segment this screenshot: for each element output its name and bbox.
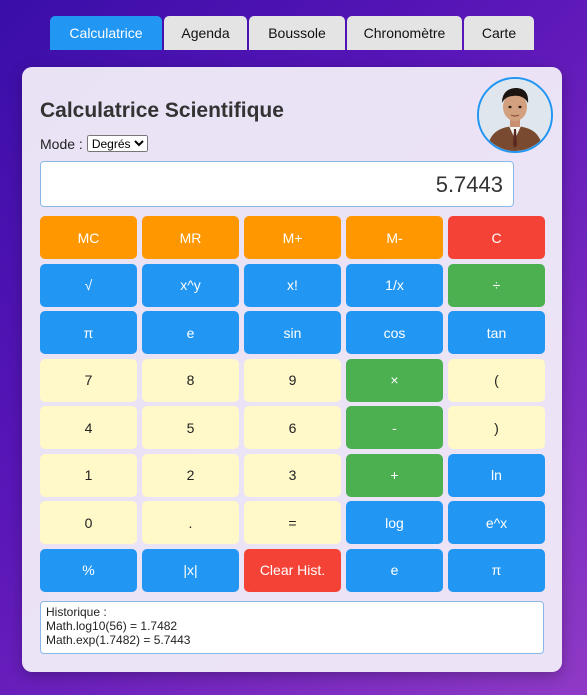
digit-9-button[interactable]: 9 [244,358,341,402]
mode-label: Mode : [40,135,83,152]
m-minus-button[interactable]: M- [346,216,443,259]
pi-button[interactable]: π [40,311,137,354]
close-paren-button[interactable]: ) [448,406,545,449]
keypad: MC MR M+ M- C √ x^y x! 1/x ÷ π e sin cos… [40,216,545,592]
profile-photo [479,79,551,151]
digit-3-button[interactable]: 3 [244,453,341,497]
tab-calculatrice[interactable]: Calculatrice [50,16,162,50]
e-button[interactable]: e [142,311,239,354]
m-plus-button[interactable]: M+ [244,216,341,259]
ln-button[interactable]: ln [448,453,545,497]
digit-4-button[interactable]: 4 [40,406,137,449]
log-button[interactable]: log [346,501,443,544]
digit-6-button[interactable]: 6 [244,406,341,449]
decimal-button[interactable]: . [142,501,239,544]
calculator-display: 5.7443 [40,161,514,207]
percent-button[interactable]: % [40,548,137,592]
history-label: Historique : [46,605,107,619]
clear-history-button[interactable]: Clear Hist. [244,548,341,592]
tab-carte[interactable]: Carte [464,16,534,50]
calculator-panel: Calculatrice Scientifique Mode : Degrés … [22,67,562,672]
divide-button[interactable]: ÷ [448,263,545,307]
tab-boussole[interactable]: Boussole [249,16,345,50]
open-paren-button[interactable]: ( [448,358,545,402]
add-button[interactable]: + [346,453,443,497]
history-entry: Math.exp(1.7482) = 5.7443 [46,633,191,647]
avatar [477,77,553,153]
digit-1-button[interactable]: 1 [40,453,137,497]
mr-button[interactable]: MR [142,216,239,259]
history-entry: Math.log10(56) = 1.7482 [46,619,178,633]
subtract-button[interactable]: - [346,406,443,449]
mc-button[interactable]: MC [40,216,137,259]
sqrt-button[interactable]: √ [40,263,137,307]
digit-7-button[interactable]: 7 [40,358,137,402]
exp-button[interactable]: e^x [448,501,545,544]
tan-button[interactable]: tan [448,311,545,354]
digit-8-button[interactable]: 8 [142,358,239,402]
tab-agenda[interactable]: Agenda [164,16,247,50]
reciprocal-button[interactable]: 1/x [346,263,443,307]
digit-5-button[interactable]: 5 [142,406,239,449]
tab-chronometre[interactable]: Chronomètre [347,16,462,50]
mode-select[interactable]: Degrés [86,135,148,152]
e-button-2[interactable]: e [346,548,443,592]
pi-button-2[interactable]: π [448,548,545,592]
clear-button[interactable]: C [448,216,545,259]
mode-row: Mode : Degrés [40,135,148,152]
digit-2-button[interactable]: 2 [142,453,239,497]
digit-0-button[interactable]: 0 [40,501,137,544]
page-title: Calculatrice Scientifique [40,99,284,122]
multiply-button[interactable]: × [346,358,443,402]
abs-button[interactable]: |x| [142,548,239,592]
cos-button[interactable]: cos [346,311,443,354]
power-button[interactable]: x^y [142,263,239,307]
factorial-button[interactable]: x! [244,263,341,307]
equals-button[interactable]: = [244,501,341,544]
history-panel: Historique : Math.log10(56) = 1.7482 Mat… [40,601,544,654]
sin-button[interactable]: sin [244,311,341,354]
tab-bar: Calculatrice Agenda Boussole Chronomètre… [50,16,534,50]
